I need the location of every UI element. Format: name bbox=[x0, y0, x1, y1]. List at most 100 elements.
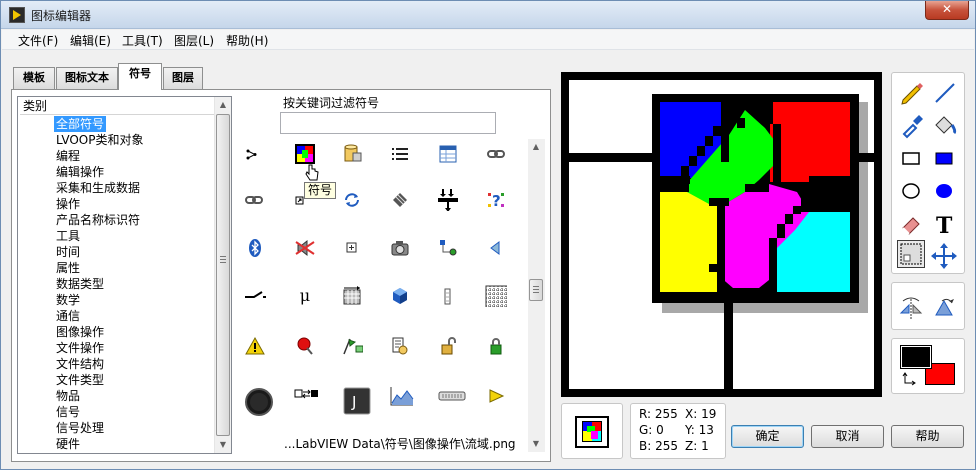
flip-vertical-icon[interactable] bbox=[930, 293, 958, 321]
category-item[interactable]: 工具 bbox=[54, 228, 82, 244]
move-icon[interactable] bbox=[930, 242, 958, 270]
swap-icon[interactable] bbox=[294, 385, 320, 407]
knob-icon[interactable] bbox=[244, 387, 274, 417]
merge-icon[interactable] bbox=[437, 189, 459, 211]
scroll-thumb[interactable] bbox=[216, 114, 230, 436]
probe-icon[interactable] bbox=[437, 237, 459, 259]
pencil-icon[interactable] bbox=[897, 78, 925, 106]
tab-templates[interactable]: 模板 bbox=[13, 67, 55, 89]
scroll-up-icon[interactable]: ▲ bbox=[215, 97, 231, 113]
question-icon[interactable]: ? bbox=[485, 189, 507, 211]
ok-button[interactable]: 确定 bbox=[731, 425, 804, 448]
category-item[interactable]: 文件类型 bbox=[54, 372, 106, 388]
category-scrollbar[interactable]: ▲ ▼ bbox=[214, 97, 231, 453]
keyboard-icon[interactable] bbox=[437, 385, 467, 407]
filled-ellipse-icon[interactable] bbox=[930, 177, 958, 205]
switch-icon[interactable] bbox=[244, 285, 266, 307]
scroll-down-icon[interactable]: ▼ bbox=[215, 437, 231, 453]
warning-icon[interactable] bbox=[244, 335, 266, 357]
filled-rectangle-icon[interactable] bbox=[930, 144, 958, 172]
menu-help[interactable]: 帮助(H) bbox=[224, 32, 270, 49]
line-icon[interactable] bbox=[930, 78, 958, 106]
category-item[interactable]: 物品 bbox=[54, 388, 82, 404]
glyph-scrollbar[interactable]: ▲ ▼ bbox=[528, 139, 545, 452]
speaker-mute-icon[interactable] bbox=[294, 237, 316, 259]
menu-file[interactable]: 文件(F) bbox=[16, 32, 60, 49]
dropper-icon[interactable] bbox=[897, 111, 925, 139]
text-icon[interactable]: T bbox=[930, 210, 958, 239]
plus-box-icon[interactable] bbox=[341, 237, 363, 259]
category-item[interactable]: 操作 bbox=[54, 196, 82, 212]
fill-icon[interactable] bbox=[930, 111, 958, 139]
diamond-stripes-icon[interactable] bbox=[389, 189, 411, 211]
swap-colors-icon[interactable] bbox=[902, 372, 916, 386]
icon-preview bbox=[561, 403, 623, 459]
filter-input[interactable] bbox=[280, 112, 496, 134]
tab-glyphs[interactable]: 符号 bbox=[118, 63, 162, 90]
rectangle-icon[interactable] bbox=[897, 144, 925, 172]
menu-layers[interactable]: 图层(L) bbox=[172, 32, 216, 49]
help-button[interactable]: 帮助 bbox=[891, 425, 964, 448]
camera-icon[interactable] bbox=[389, 237, 411, 259]
chain-icon[interactable] bbox=[485, 143, 507, 165]
select-icon[interactable] bbox=[897, 240, 925, 268]
category-item[interactable]: 数据类型 bbox=[54, 276, 106, 292]
category-item[interactable]: 信号处理 bbox=[54, 420, 106, 436]
tab-layers[interactable]: 图层 bbox=[163, 67, 203, 89]
link-icon[interactable] bbox=[244, 189, 266, 211]
glyph-scroll-down-icon[interactable]: ▼ bbox=[528, 436, 544, 452]
color-grid-icon[interactable] bbox=[294, 143, 316, 165]
category-item[interactable]: 编程 bbox=[54, 148, 82, 164]
menu-tools[interactable]: 工具(T) bbox=[120, 32, 165, 49]
canvas-surface[interactable] bbox=[569, 80, 874, 389]
glyph-scroll-thumb[interactable] bbox=[529, 279, 543, 301]
mu-icon[interactable]: μ bbox=[294, 285, 316, 307]
unlock-icon[interactable] bbox=[437, 335, 459, 357]
cancel-button[interactable]: 取消 bbox=[811, 425, 884, 448]
category-item[interactable]: 通信 bbox=[54, 308, 82, 324]
ellipse-icon[interactable] bbox=[897, 177, 925, 205]
glyph-scroll-up-icon[interactable]: ▲ bbox=[528, 139, 544, 155]
category-item[interactable]: 图像操作 bbox=[54, 324, 106, 340]
category-item[interactable]: 全部符号 bbox=[54, 116, 107, 132]
database-icon[interactable] bbox=[341, 143, 363, 165]
bluetooth-icon[interactable] bbox=[244, 237, 266, 259]
category-item[interactable]: 属性 bbox=[54, 260, 82, 276]
foreground-color-swatch[interactable] bbox=[900, 345, 932, 369]
tab-icon-text[interactable]: 图标文本 bbox=[56, 67, 118, 89]
menu-edit[interactable]: 编辑(E) bbox=[68, 32, 113, 49]
flags-icon[interactable] bbox=[341, 335, 363, 357]
node-icon[interactable] bbox=[242, 143, 264, 165]
table-icon[interactable] bbox=[437, 143, 459, 165]
grid-arrow-icon[interactable] bbox=[341, 285, 363, 307]
category-list[interactable]: 类别 全部符号 LVOOP类和对象 编程 编辑操作 采集和生成数据 操作 产品名称标识符 工具… bbox=[17, 96, 232, 454]
category-item[interactable]: 编辑操作 bbox=[54, 164, 106, 180]
cube-icon[interactable] bbox=[389, 285, 411, 307]
flip-horizontal-icon[interactable] bbox=[897, 293, 925, 321]
column-icon[interactable] bbox=[437, 285, 459, 307]
category-item[interactable]: 时间 bbox=[54, 244, 82, 260]
category-item[interactable]: 硬件 bbox=[54, 436, 82, 452]
category-item[interactable]: 采集和生成数据 bbox=[54, 180, 142, 196]
category-item[interactable]: 文件结构 bbox=[54, 356, 106, 372]
refresh-icon[interactable] bbox=[341, 189, 363, 211]
category-item[interactable]: 数学 bbox=[54, 292, 82, 308]
eraser-icon[interactable] bbox=[897, 210, 925, 238]
category-item[interactable]: LVOOP类和对象 bbox=[54, 132, 146, 148]
chart-icon[interactable] bbox=[389, 385, 415, 407]
category-item[interactable]: 信号 bbox=[54, 404, 82, 420]
speaker-icon[interactable] bbox=[485, 237, 507, 259]
icon-canvas[interactable] bbox=[561, 72, 882, 397]
lock-icon[interactable] bbox=[485, 335, 507, 357]
grid-icon[interactable] bbox=[485, 285, 507, 307]
red-value: R: 255 bbox=[639, 407, 678, 421]
category-item[interactable]: 文件操作 bbox=[54, 340, 106, 356]
list-icon[interactable] bbox=[389, 143, 411, 165]
close-button[interactable]: ✕ bbox=[925, 1, 969, 20]
play-icon[interactable] bbox=[485, 385, 507, 407]
flip-tools bbox=[891, 282, 965, 330]
pushpin-icon[interactable] bbox=[294, 335, 316, 357]
document-gear-icon[interactable] bbox=[389, 335, 411, 357]
category-item[interactable]: 产品名称标识符 bbox=[54, 212, 142, 228]
j-key-icon[interactable]: J bbox=[343, 387, 371, 415]
